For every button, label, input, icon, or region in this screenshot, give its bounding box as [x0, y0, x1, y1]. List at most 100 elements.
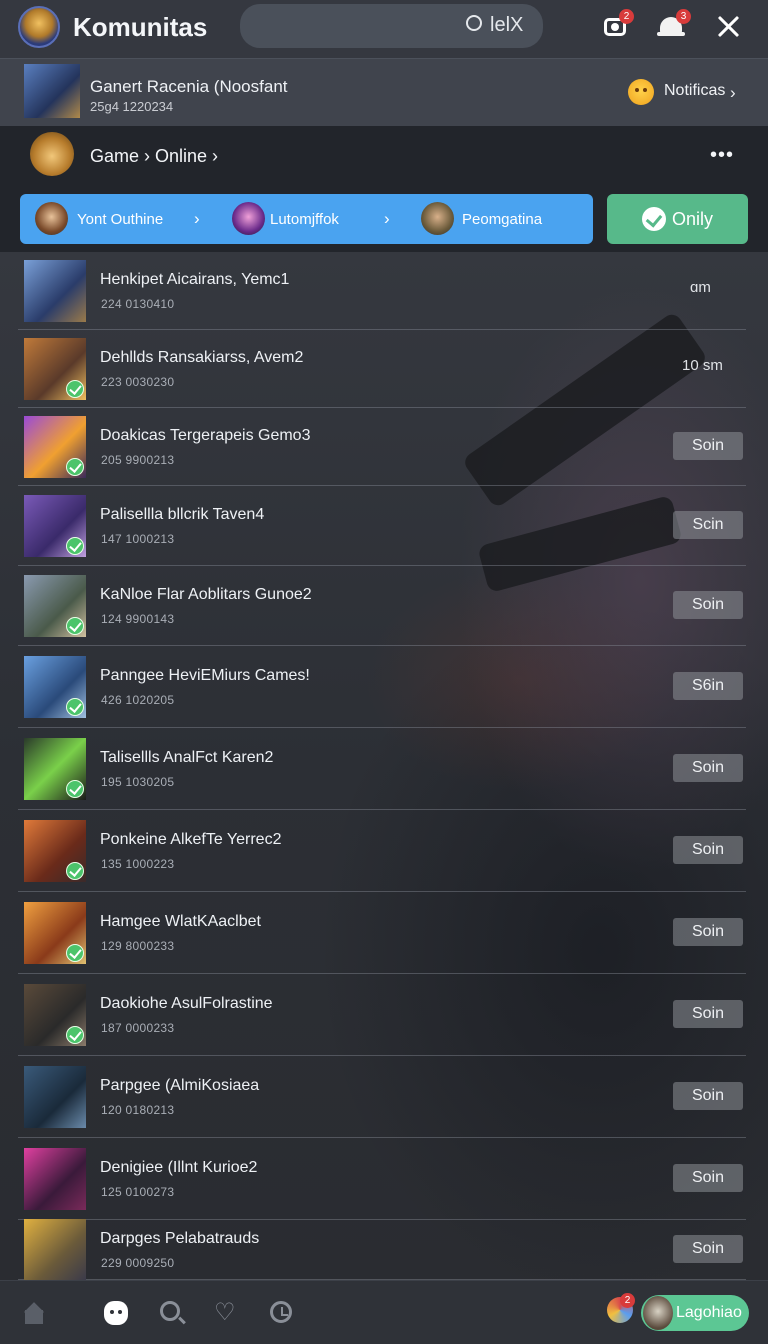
game-thumbnail [24, 1219, 86, 1281]
join-button[interactable]: Soin [673, 1082, 743, 1110]
chat-icon[interactable] [104, 1301, 128, 1325]
list-item-title: Parpgee (AlmiKosiaea [100, 1077, 260, 1094]
list-item[interactable]: Parpgee (AlmiKosiaea 120 0180213 Soin [18, 1056, 746, 1138]
chip-arrow-1: › [194, 209, 200, 228]
list-item[interactable]: KaNloe Flar Aoblitars Gunoe2 124 9900143 S… [18, 566, 746, 646]
list-item-title: Palisellla bllcrik Taven4 [100, 506, 265, 523]
list-item[interactable]: Darpges Pelabatrauds 229 0009250 Soin [18, 1219, 746, 1281]
verified-check-icon [66, 537, 84, 555]
clock-icon[interactable] [270, 1301, 292, 1323]
join-button[interactable]: Soin [673, 591, 743, 619]
timestamp: 10 sm [682, 357, 723, 374]
community-avatar[interactable] [18, 6, 60, 48]
notifications-link[interactable]: Notificas [664, 82, 725, 100]
list-item[interactable]: Dehllds Ransakiarss, Avem2 223 0030230 10 … [18, 330, 746, 408]
list-item[interactable]: Daokiohe AsulFolrastine 187 0000233 Soin [18, 974, 746, 1056]
list-item[interactable]: Hamgee WlatKAaclbet 129 8000233 Soin [18, 892, 746, 974]
list-item-subtitle: 125 0100273 [101, 1185, 175, 1199]
list-item-title: Denigiee (Illnt Kurioe2 [100, 1159, 258, 1176]
more-options-icon[interactable]: ••• [710, 144, 734, 167]
featured-thumbnail [24, 64, 80, 118]
featured-subtitle: 25g4 1220234 [90, 99, 174, 114]
user-avatar[interactable]: 2 [607, 1293, 635, 1323]
verified-check-icon [66, 1026, 84, 1044]
filter-chip-1[interactable]: Yont Outhine [77, 211, 163, 228]
list-item-subtitle: 205 9900213 [101, 453, 175, 467]
verified-check-icon [66, 380, 84, 398]
search-icon[interactable] [160, 1301, 180, 1321]
verified-check-icon [66, 617, 84, 635]
chip-avatar-3 [421, 202, 454, 235]
join-button[interactable]: Soin [673, 432, 743, 460]
game-avatar[interactable] [30, 132, 74, 176]
verified-check-icon [66, 698, 84, 716]
join-button[interactable]: Soin [673, 1164, 743, 1192]
join-button[interactable]: S6in [673, 672, 743, 700]
chip-arrow-2: › [384, 209, 390, 228]
list-item-subtitle: 147 1000213 [101, 532, 175, 546]
verified-check-icon [66, 862, 84, 880]
login-avatar [643, 1296, 673, 1330]
verified-check-icon [66, 780, 84, 798]
game-thumbnail [24, 260, 86, 322]
list-item-subtitle: 120 0180213 [101, 1103, 175, 1117]
list-item-title: Darpges Pelabatrauds [100, 1230, 260, 1247]
list-item-title: Hamgee WlatKAaclbet [100, 913, 261, 930]
list-item[interactable]: Denigiee (Illnt Kurioe2 125 0100273 Soin [18, 1138, 746, 1220]
join-button[interactable]: Soin [673, 1235, 743, 1263]
camera-badge: 2 [619, 9, 634, 24]
list-item-title: Talisellls AnalFct Karen2 [100, 749, 274, 766]
list-item[interactable]: Palisellla bllcrik Taven4 147 1000213 Scin [18, 486, 746, 566]
timestamp: ɑm [690, 279, 711, 296]
home-icon[interactable] [22, 1301, 46, 1325]
list-item[interactable]: Ponkeine AlkefTe Yerrec2 135 1000223 Soin [18, 810, 746, 892]
featured-item[interactable]: Ganert Racenia (Noosfant 25g4 1220234 No… [0, 58, 768, 126]
featured-title: Ganert Racenia (Noosfant [90, 77, 288, 96]
filter-chip-3[interactable]: Peomgatina [462, 211, 542, 228]
emoji-icon [628, 79, 654, 105]
bell-icon[interactable]: 3 [657, 9, 691, 41]
join-button[interactable]: Soin [673, 754, 743, 782]
filter-chip-2[interactable]: Lutomjffok [270, 211, 339, 228]
top-bar: Komunitas lelX 2 3 [0, 0, 768, 58]
list-item[interactable]: Panngee HeviEMiurs Cames! 426 1020205 S6in [18, 646, 746, 728]
chevron-right-icon: › [730, 83, 736, 102]
close-icon[interactable] [714, 12, 742, 40]
list-item-subtitle: 135 1000223 [101, 857, 175, 871]
search-text: lelX [490, 14, 524, 36]
list-item[interactable]: Doakicas Tergerapeis Gemo3 205 9900213 Soi… [18, 408, 746, 486]
page-title: Komunitas [73, 12, 208, 42]
verified-check-icon [66, 944, 84, 962]
list-item-subtitle: 129 8000233 [101, 939, 175, 953]
list-item[interactable]: Talisellls AnalFct Karen2 195 1030205 Soin [18, 728, 746, 810]
list-item-title: Daokiohe AsulFolrastine [100, 995, 273, 1012]
list-item-subtitle: 124 9900143 [101, 612, 175, 626]
game-thumbnail [24, 1148, 86, 1210]
verified-check-icon [66, 458, 84, 476]
bell-badge: 3 [676, 9, 691, 24]
list-item-subtitle: 224 0130410 [101, 297, 175, 311]
chip-avatar-1 [35, 202, 68, 235]
list-item-title: Ponkeine AlkefTe Yerrec2 [100, 831, 282, 848]
join-button[interactable]: Soin [673, 918, 743, 946]
breadcrumb[interactable]: Game › Online › [90, 146, 218, 167]
list-item-title: Henkipet Aicairans, Yemc1 [100, 271, 290, 288]
chip-avatar-2 [232, 202, 265, 235]
heart-icon[interactable]: ♡ [214, 1301, 238, 1325]
game-header: Game › Online › ••• [0, 126, 768, 186]
list-item-title: Panngee HeviEMiurs Cames! [100, 667, 310, 684]
list-item-subtitle: 426 1020205 [101, 693, 175, 707]
game-thumbnail [24, 1066, 86, 1128]
list-item-subtitle: 229 0009250 [101, 1256, 175, 1270]
list-item-subtitle: 195 1030205 [101, 775, 175, 789]
list-item[interactable]: Henkipet Aicairans, Yemc1 224 0130410 ɑm [18, 252, 746, 330]
list-item-title: KaNloe Flar Aoblitars Gunoe2 [100, 586, 312, 603]
list-item-title: Doakicas Tergerapeis Gemo3 [100, 427, 311, 444]
join-button[interactable]: Soin [673, 836, 743, 864]
list-item-title: Dehllds Ransakiarss, Avem2 [100, 349, 304, 366]
camera-icon[interactable]: 2 [602, 9, 634, 42]
list-item-subtitle: 187 0000233 [101, 1021, 175, 1035]
join-button[interactable]: Soin [673, 1000, 743, 1028]
join-button[interactable]: Scin [673, 511, 743, 539]
login-label: Lagohiao [676, 1304, 742, 1321]
